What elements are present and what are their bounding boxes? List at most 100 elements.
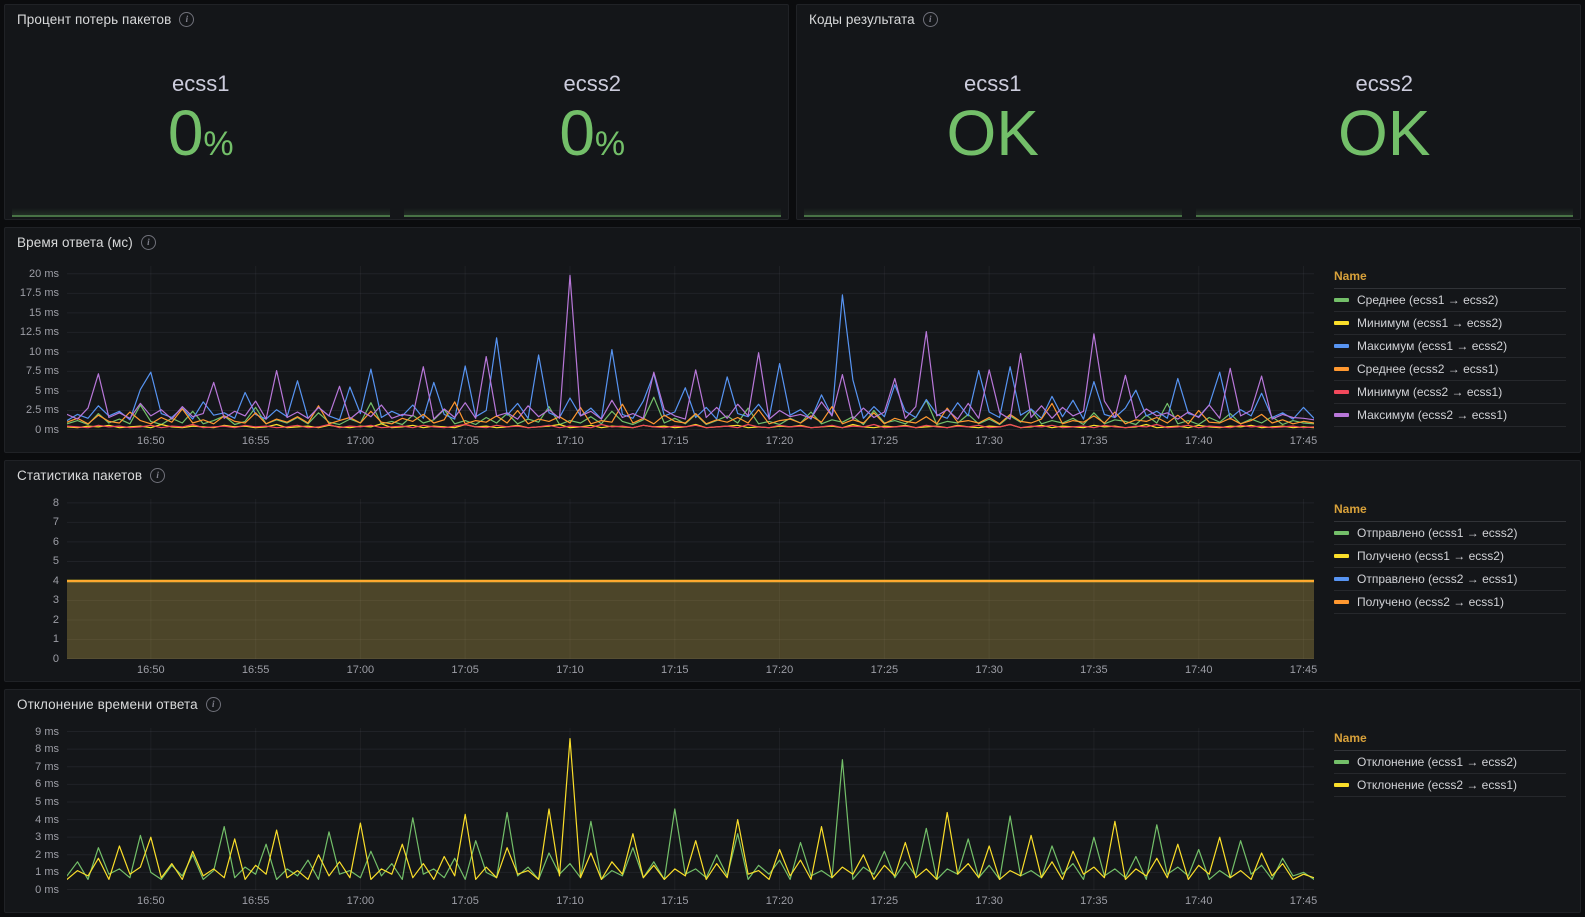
legend-header[interactable]: Name (1334, 266, 1566, 289)
stat-label: ecss1 (964, 71, 1021, 97)
legend-item[interactable]: Минимум (ecss1 → ecss2) (1334, 312, 1566, 335)
plot-area[interactable] (67, 266, 1314, 430)
x-tick-label: 17:05 (451, 895, 479, 907)
plot-area[interactable] (67, 728, 1314, 890)
panel-header[interactable]: Отклонение времени ответа i (5, 690, 1580, 716)
sparkline (1196, 215, 1574, 217)
series-color-swatch (1334, 298, 1349, 302)
legend-header[interactable]: Name (1334, 499, 1566, 522)
x-axis: 16:5016:5517:0017:0517:1017:1517:2017:25… (67, 430, 1314, 450)
legend-label: Среднее (ecss2 → ecss1) (1357, 362, 1498, 376)
x-tick-label: 17:25 (871, 664, 899, 676)
chart-body: 012345678 16:5016:5517:0017:0517:1017:15… (5, 487, 1580, 681)
info-icon[interactable]: i (141, 235, 156, 250)
x-tick-label: 17:15 (661, 664, 689, 676)
legend: Name Среднее (ecss1 → ecss2) Минимум (ecss… (1314, 266, 1572, 450)
panel-header[interactable]: Процент потерь пакетов i (5, 5, 788, 31)
legend-item[interactable]: Среднее (ecss1 → ecss2) (1334, 289, 1566, 312)
x-tick-label: 16:55 (242, 664, 270, 676)
legend-item[interactable]: Отклонение (ecss1 → ecss2) (1334, 751, 1566, 774)
panel-header[interactable]: Коды результата i (797, 5, 1580, 31)
series-line (67, 425, 1314, 428)
legend-item[interactable]: Минимум (ecss2 → ecss1) (1334, 381, 1566, 404)
y-tick-label: 5 ms (35, 385, 59, 397)
panel-header[interactable]: Время ответа (мс) i (5, 228, 1580, 254)
x-tick-label: 17:45 (1290, 435, 1318, 447)
info-icon[interactable]: i (206, 697, 221, 712)
legend-label: Минимум (ecss1 → ecss2) (1357, 316, 1502, 330)
y-tick-label: 8 ms (35, 743, 59, 755)
legend-item[interactable]: Среднее (ecss2 → ecss1) (1334, 358, 1566, 381)
y-tick-label: 7.5 ms (26, 365, 59, 377)
x-tick-label: 17:40 (1185, 435, 1213, 447)
legend-label: Минимум (ecss2 → ecss1) (1357, 385, 1502, 399)
stat-value: OK (1338, 101, 1430, 165)
x-tick-label: 17:20 (766, 895, 794, 907)
x-tick-label: 17:35 (1080, 664, 1108, 676)
panel-response-deviation: Отклонение времени ответа i 0 ms1 ms2 ms… (4, 689, 1581, 913)
x-tick-label: 17:05 (451, 435, 479, 447)
panel-header[interactable]: Статистика пакетов i (5, 461, 1580, 487)
legend-item[interactable]: Получено (ecss1 → ecss2) (1334, 545, 1566, 568)
info-icon[interactable]: i (150, 468, 165, 483)
x-tick-label: 17:00 (347, 895, 375, 907)
y-tick-label: 10 ms (29, 346, 59, 358)
x-tick-label: 17:35 (1080, 895, 1108, 907)
x-tick-label: 17:00 (347, 664, 375, 676)
legend-item[interactable]: Получено (ecss2 → ecss1) (1334, 591, 1566, 614)
y-tick-label: 5 (53, 555, 59, 567)
series-color-swatch (1334, 760, 1349, 764)
x-tick-label: 17:15 (661, 895, 689, 907)
y-tick-label: 4 (53, 575, 59, 587)
series-color-swatch (1334, 390, 1349, 394)
y-tick-label: 0 ms (35, 884, 59, 896)
stat-ecss1: ecss1 OK (797, 31, 1189, 219)
x-tick-label: 17:30 (975, 664, 1003, 676)
legend-header[interactable]: Name (1334, 728, 1566, 751)
info-icon[interactable]: i (179, 12, 194, 27)
legend-item[interactable]: Максимум (ecss2 → ecss1) (1334, 404, 1566, 427)
legend-label: Отклонение (ecss1 → ecss2) (1357, 755, 1517, 769)
sparkline (404, 215, 782, 217)
panel-title[interactable]: Время ответа (мс) (17, 235, 133, 250)
legend-label: Среднее (ecss1 → ecss2) (1357, 293, 1498, 307)
legend-label: Отправлено (ecss2 → ecss1) (1357, 572, 1517, 586)
y-tick-label: 12.5 ms (20, 326, 59, 338)
panel-title[interactable]: Процент потерь пакетов (17, 12, 171, 27)
series-color-swatch (1334, 321, 1349, 325)
y-tick-label: 8 (53, 497, 59, 509)
legend-item[interactable]: Максимум (ecss1 → ecss2) (1334, 335, 1566, 358)
legend-item[interactable]: Отправлено (ecss2 → ecss1) (1334, 568, 1566, 591)
y-tick-label: 17.5 ms (20, 287, 59, 299)
plot-area[interactable] (67, 499, 1314, 659)
x-tick-label: 16:55 (242, 435, 270, 447)
y-tick-label: 20 ms (29, 268, 59, 280)
x-tick-label: 17:10 (556, 435, 584, 447)
x-tick-label: 17:40 (1185, 664, 1213, 676)
stat-value: 0% (559, 101, 625, 165)
panel-packet-statistics: Статистика пакетов i 012345678 16:5016:5… (4, 460, 1581, 682)
stat-group: ecss1 0% ecss2 0% (5, 31, 788, 219)
plot-column: 16:5016:5517:0017:0517:1017:1517:2017:25… (67, 266, 1314, 450)
info-icon[interactable]: i (923, 12, 938, 27)
legend-label: Максимум (ecss1 → ecss2) (1357, 339, 1507, 353)
y-axis: 012345678 (13, 499, 67, 679)
stat-unit: % (595, 125, 625, 163)
series-line (67, 275, 1314, 419)
y-tick-label: 15 ms (29, 307, 59, 319)
panel-title[interactable]: Статистика пакетов (17, 468, 142, 483)
panel-title[interactable]: Отклонение времени ответа (17, 697, 198, 712)
sparkline (804, 215, 1182, 217)
stat-label: ecss2 (1356, 71, 1413, 97)
x-tick-label: 17:15 (661, 435, 689, 447)
legend-item[interactable]: Отклонение (ecss2 → ecss1) (1334, 774, 1566, 797)
y-tick-label: 1 (53, 633, 59, 645)
legend-item[interactable]: Отправлено (ecss1 → ecss2) (1334, 522, 1566, 545)
stat-ecss2: ecss2 OK (1189, 31, 1581, 219)
legend: NameОтправлено (ecss1 → ecss2)Получено (… (1314, 499, 1572, 679)
x-tick-label: 17:20 (766, 435, 794, 447)
stat-unit: % (203, 125, 233, 163)
y-tick-label: 5 ms (35, 796, 59, 808)
panel-title[interactable]: Коды результата (809, 12, 915, 27)
panel-result-codes: Коды результата i ecss1 OK ecss2 OK (796, 4, 1581, 220)
